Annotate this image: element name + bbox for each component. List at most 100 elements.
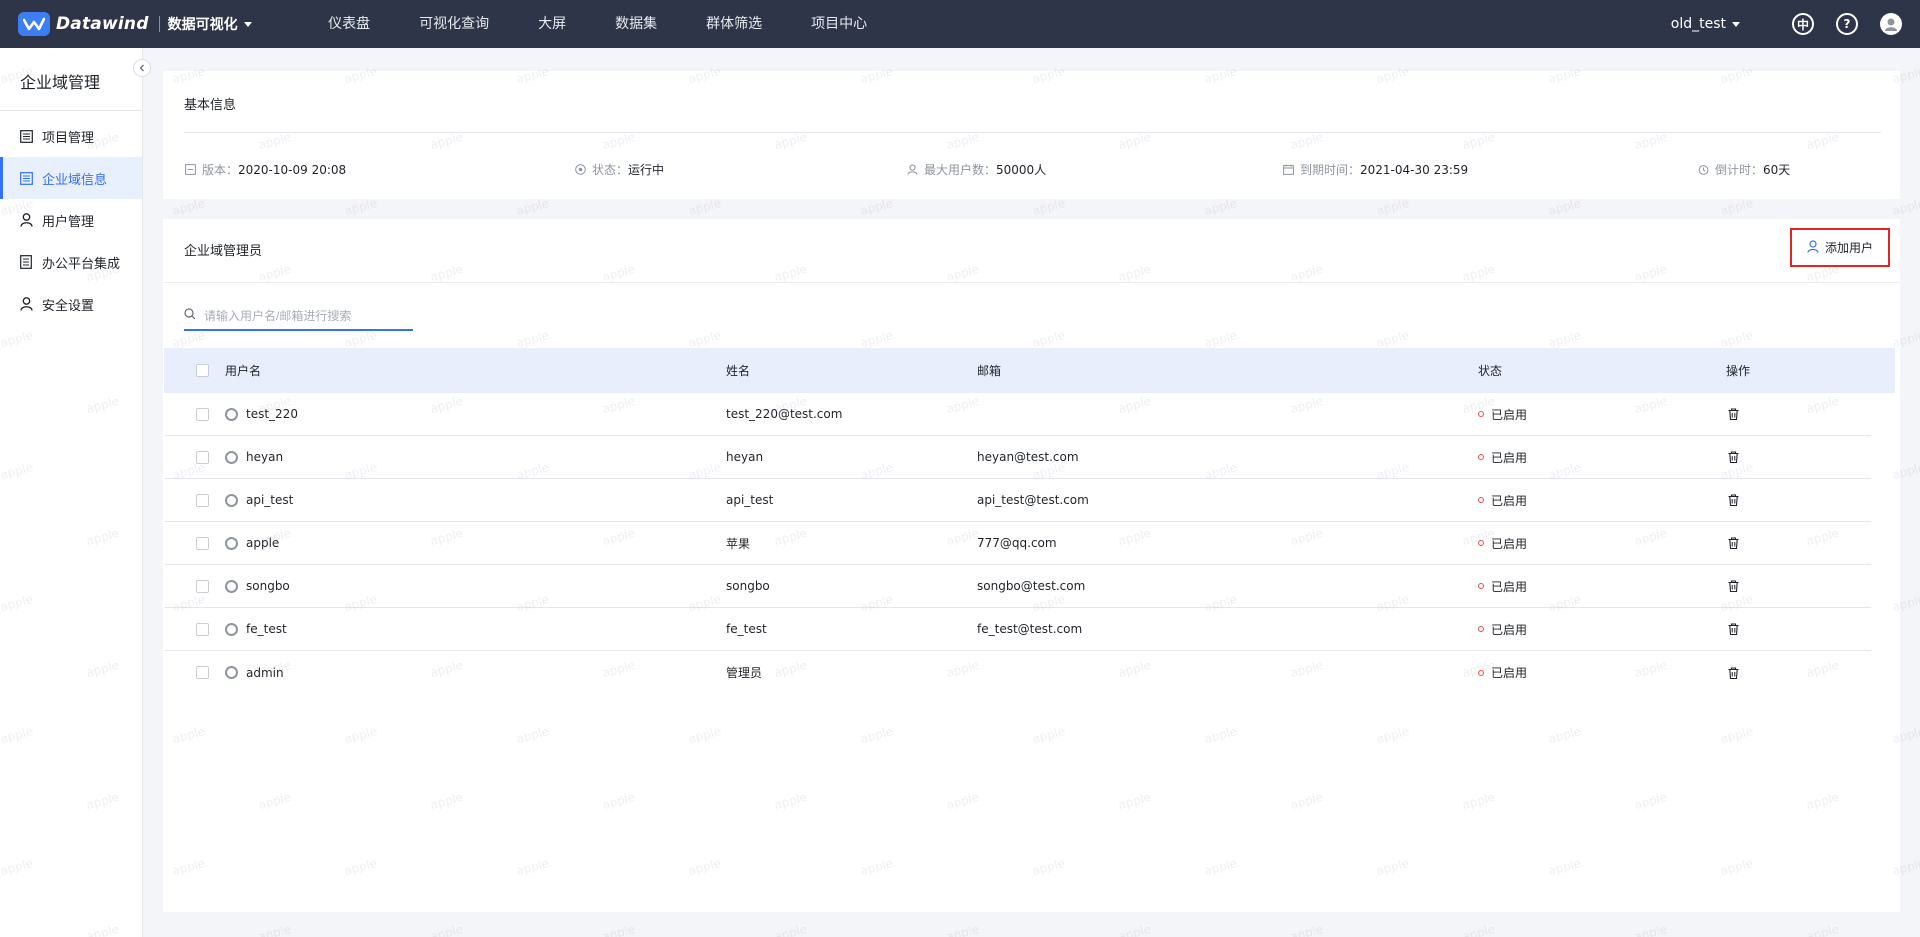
username: fe_test [246, 622, 287, 636]
status-dot-icon [1478, 540, 1484, 546]
sidebar-item-label: 项目管理 [42, 130, 95, 146]
sidebar-title: 企业域管理 [20, 73, 101, 92]
nav-item-datasets[interactable]: 数据集 [591, 0, 682, 48]
status-label: 状态： [592, 163, 629, 177]
row-checkbox-cell [196, 565, 209, 607]
watermark-text: apple [944, 921, 981, 937]
sidebar-item-office-integration[interactable]: 办公平台集成 [0, 241, 142, 283]
username: songbo [246, 579, 290, 593]
max-users-value: 50000人 [996, 163, 1047, 177]
nav-item-big-screen[interactable]: 大屏 [514, 0, 591, 48]
table-row: songbo songbo songbo@test.com 已启用 [164, 565, 1871, 608]
nav-item-project-center[interactable]: 项目中心 [787, 0, 892, 48]
username-cell: apple [225, 522, 279, 564]
user-icon [906, 164, 918, 176]
watermark-text: apple [772, 921, 809, 937]
watermark-text: apple [1202, 195, 1239, 219]
row-checkbox[interactable] [196, 407, 209, 421]
sidebar-item-users[interactable]: 用户管理 [0, 199, 142, 241]
status-cell: 已启用 [1478, 393, 1527, 435]
username-cell: fe_test [225, 608, 287, 650]
sidebar-collapse-button[interactable] [133, 59, 151, 77]
delete-icon[interactable] [1726, 622, 1740, 636]
row-checkbox-cell [196, 522, 209, 564]
status-cell: 已启用 [1478, 651, 1527, 694]
row-checkbox[interactable] [196, 579, 209, 593]
status-cell: 已启用 [1478, 565, 1527, 607]
delete-icon[interactable] [1726, 666, 1740, 680]
table-row: api_test api_test api_test@test.com 已启用 [164, 479, 1871, 522]
user-avatar-icon [225, 666, 238, 679]
username-cell: heyan [225, 436, 283, 478]
admins-divider [163, 282, 1900, 283]
status-text: 已启用 [1491, 450, 1528, 465]
delete-icon[interactable] [1726, 579, 1740, 593]
add-user-button[interactable]: 添加用户 [1790, 228, 1890, 267]
delete-icon[interactable] [1726, 536, 1740, 550]
row-checkbox[interactable] [196, 450, 209, 464]
row-checkbox[interactable] [196, 666, 209, 679]
user-avatar-icon [225, 622, 238, 636]
delete-icon[interactable] [1726, 407, 1740, 421]
max-users-info: 最大用户数： 50000人 [906, 161, 1046, 178]
username: api_test [246, 493, 294, 507]
user-icon [19, 213, 33, 227]
sidebar-item-domain-info[interactable]: 企业域信息 [0, 157, 142, 199]
watermark-text: apple [1890, 195, 1920, 219]
sidebar-item-security[interactable]: 安全设置 [0, 283, 142, 325]
watermark-text: apple [428, 921, 465, 937]
status-text: 已启用 [1491, 407, 1528, 422]
status-cell: 已启用 [1478, 436, 1527, 478]
delete-icon[interactable] [1726, 450, 1740, 464]
basic-info-card: 基本信息 版本： 2020-10-09 20:08 状态： 运行中 最大用户数：… [163, 71, 1900, 199]
brand[interactable]: Datawind [18, 0, 149, 48]
name-cell: songbo [726, 579, 770, 593]
username-label: old_test [1670, 16, 1726, 32]
action-cell [1726, 436, 1740, 478]
name-cell: 苹果 [726, 536, 751, 551]
nav-item-dashboard[interactable]: 仪表盘 [304, 0, 395, 48]
countdown-label: 倒计时： [1715, 163, 1764, 177]
table-row: test_220 test_220@test.com 已启用 [164, 393, 1871, 436]
basic-info-title: 基本信息 [184, 98, 237, 113]
app-switcher[interactable]: 数据可视化 [168, 14, 252, 34]
name-cell: heyan [726, 450, 764, 464]
select-all-checkbox[interactable] [196, 364, 209, 377]
user-icon [19, 297, 33, 311]
watermark-text: apple [686, 195, 723, 219]
row-checkbox-cell [196, 651, 209, 694]
name-cell: test_220@test.com [726, 407, 843, 421]
row-checkbox[interactable] [196, 622, 209, 636]
status-text: 已启用 [1491, 493, 1528, 508]
status-dot-icon [1478, 583, 1484, 589]
watermark-text: apple [1030, 195, 1067, 219]
search-input[interactable] [204, 309, 404, 323]
row-checkbox[interactable] [196, 536, 209, 550]
nav-item-group-filter[interactable]: 群体筛选 [682, 0, 787, 48]
search-icon [184, 308, 196, 324]
email-cell: api_test@test.com [977, 493, 1089, 507]
add-user-icon [1807, 239, 1819, 256]
countdown-info: 倒计时： 60天 [1697, 161, 1790, 178]
table-row: heyan heyan heyan@test.com 已启用 [164, 436, 1871, 479]
top-navigation-bar: Datawind 数据可视化 仪表盘 可视化查询 大屏 数据集 群体筛选 项目中… [0, 0, 1920, 48]
username: test_220 [246, 407, 298, 421]
header-checkbox-cell [196, 348, 209, 393]
watermark-text: apple [1718, 195, 1755, 219]
nav-item-visual-query[interactable]: 可视化查询 [395, 0, 514, 48]
username-cell: admin [225, 651, 284, 694]
delete-icon[interactable] [1726, 493, 1740, 507]
chevron-left-icon [139, 64, 144, 72]
user-menu[interactable]: old_test [1671, 16, 1740, 32]
watermark-text: apple [342, 195, 379, 219]
username: heyan [246, 450, 284, 464]
sidebar-item-projects[interactable]: 项目管理 [0, 115, 142, 157]
email-cell: songbo@test.com [977, 579, 1086, 593]
row-checkbox[interactable] [196, 493, 209, 507]
avatar[interactable] [1880, 13, 1902, 35]
name-cell: api_test [726, 493, 774, 507]
sidebar-item-label: 企业域信息 [42, 172, 108, 188]
email-cell: fe_test@test.com [977, 622, 1083, 636]
help-icon[interactable]: ? [1836, 13, 1858, 35]
language-icon[interactable]: 中 [1792, 13, 1814, 35]
